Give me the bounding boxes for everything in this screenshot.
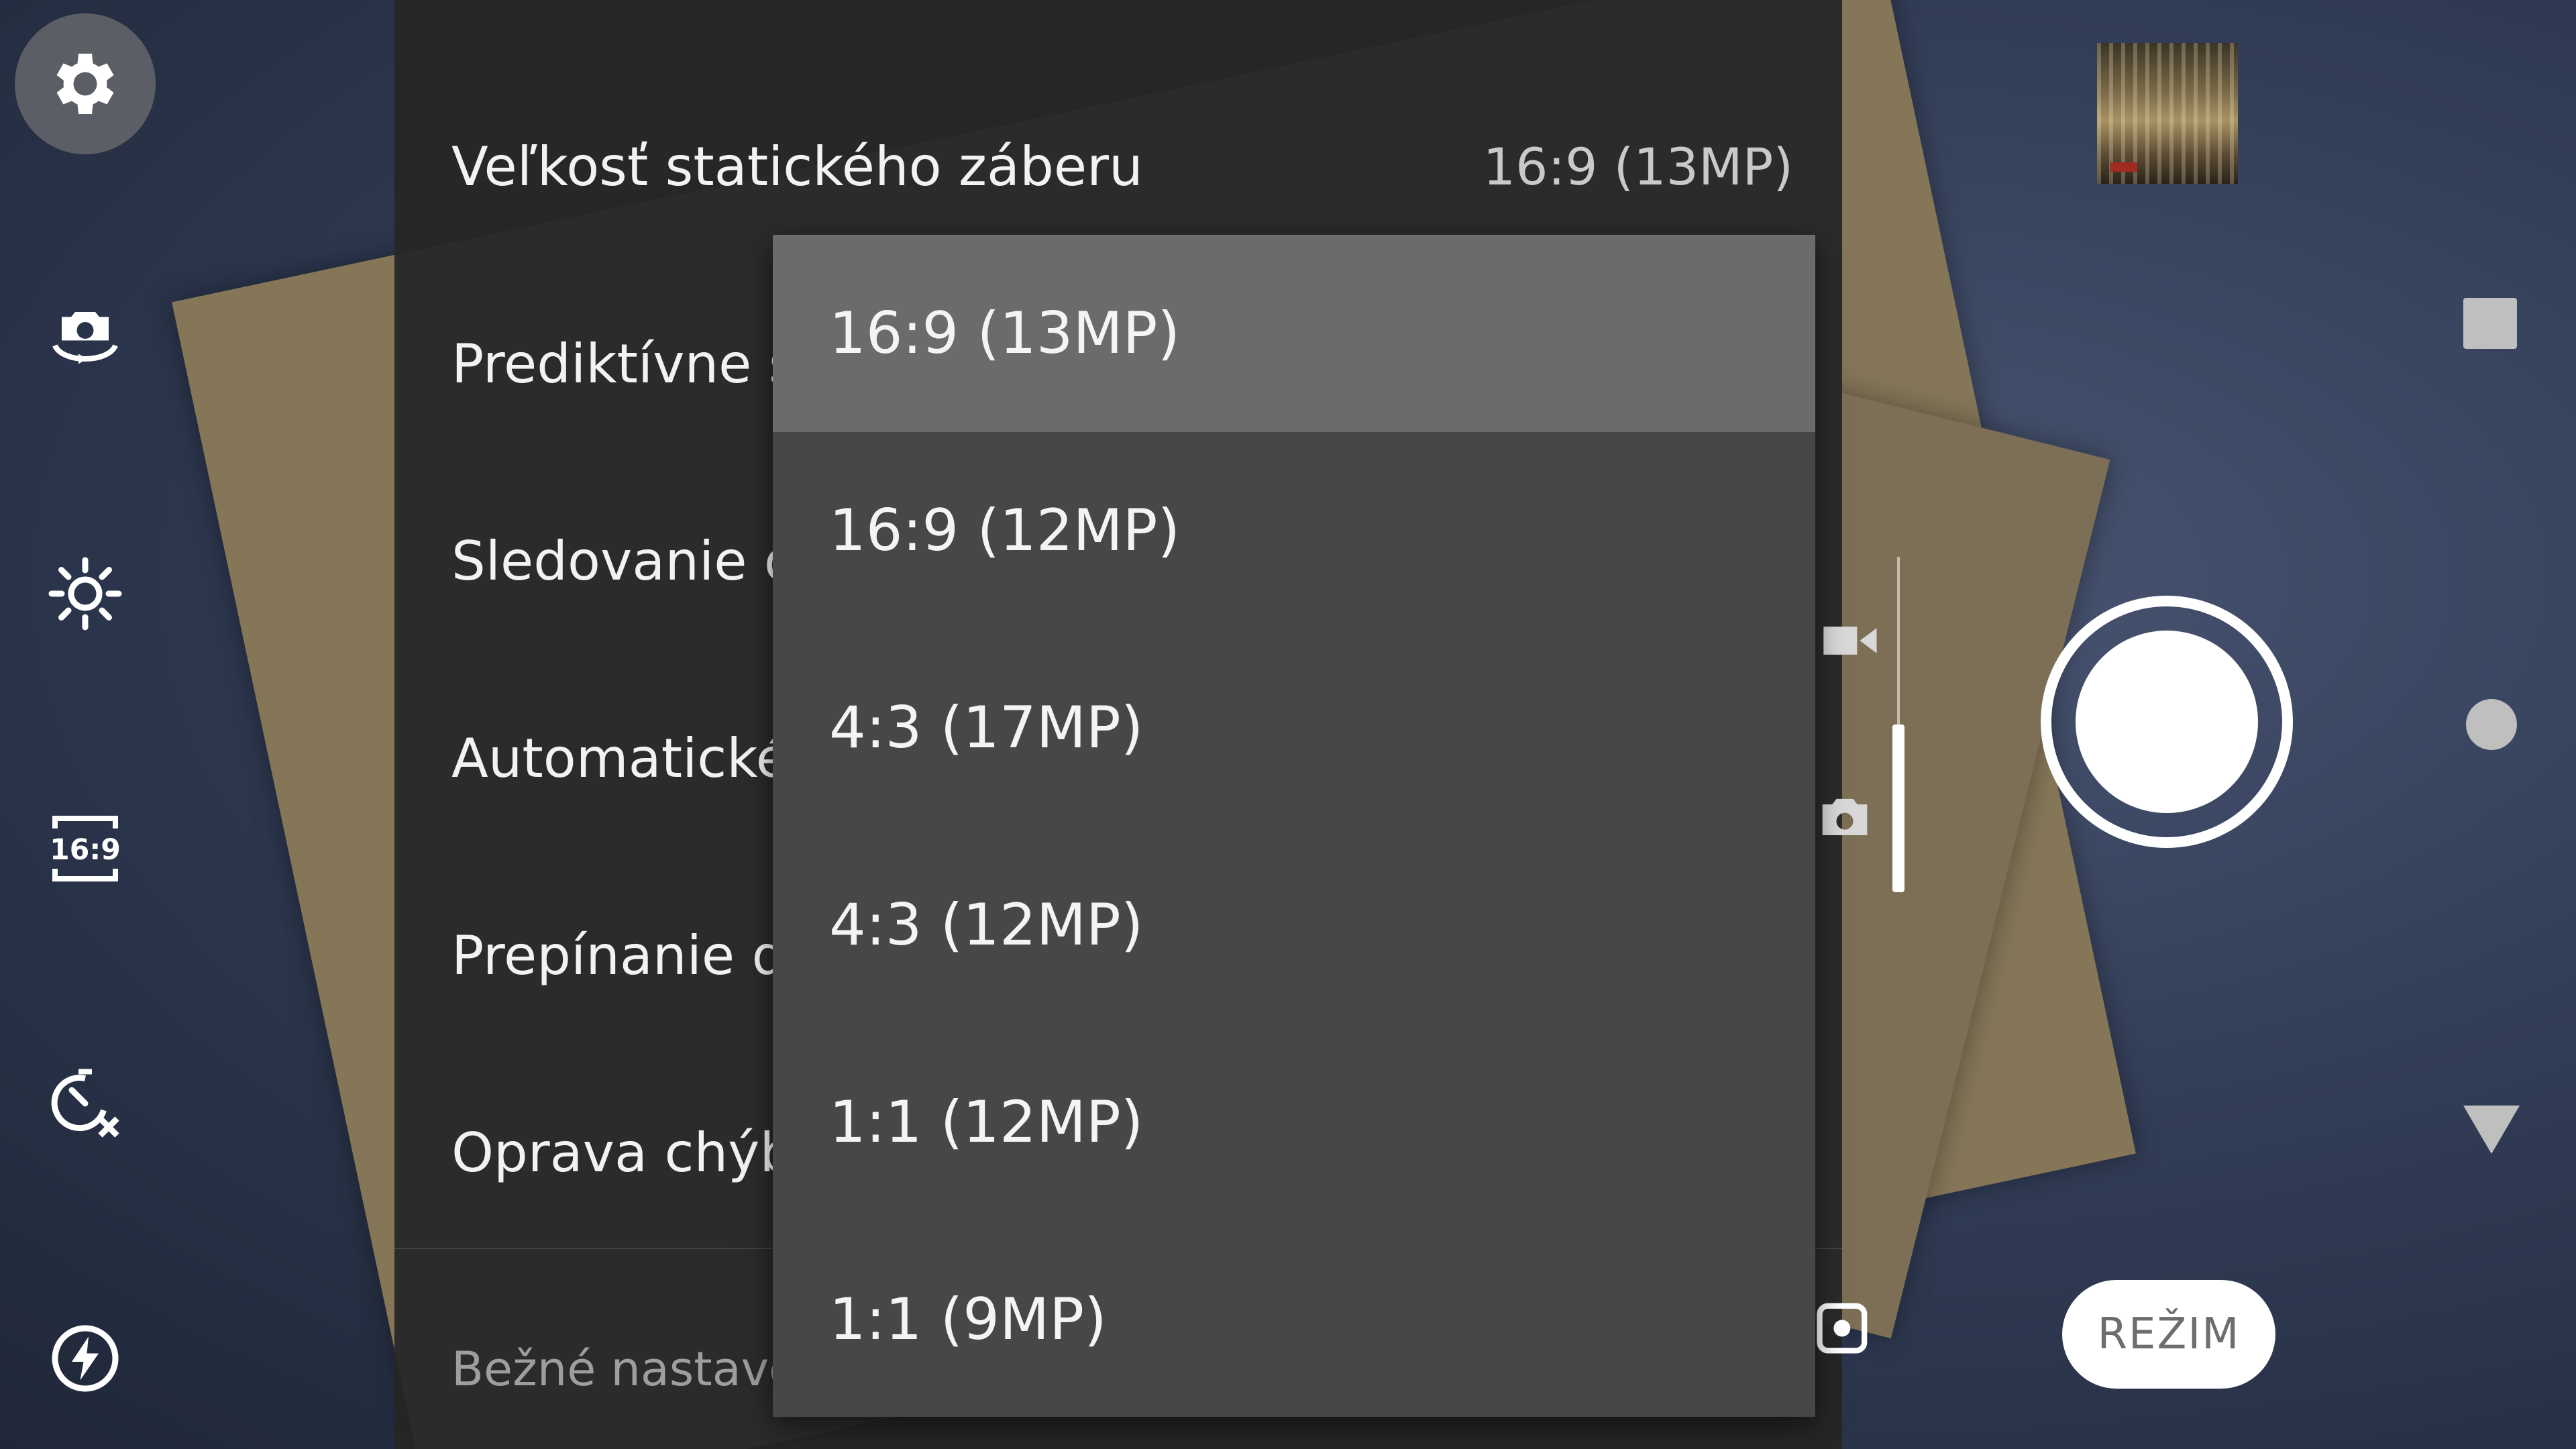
flash-auto-icon	[52, 1325, 119, 1392]
back-nav-button[interactable]	[2463, 1106, 2520, 1154]
setting-label: Prepínanie du	[451, 924, 820, 987]
dropdown-option[interactable]: 1:1 (12MP)	[773, 1024, 1815, 1221]
video-mode-icon[interactable]	[1818, 607, 1885, 677]
setting-row-photo-size[interactable]: Veľkosť statického záberu 16:9 (13MP)	[451, 99, 1793, 233]
thumbnail-detail	[2110, 162, 2137, 172]
lens-switch-icon[interactable]	[1811, 1295, 1878, 1364]
mode-button[interactable]: REŽIM	[2062, 1280, 2275, 1389]
setting-label: Sledovanie o	[451, 529, 797, 592]
zoom-slider-thumb[interactable]	[1892, 724, 1904, 892]
gallery-thumbnail[interactable]	[2097, 43, 2238, 184]
home-nav-button[interactable]	[2466, 699, 2517, 750]
switch-camera-icon	[52, 312, 118, 364]
timer-off-icon	[51, 1069, 119, 1138]
setting-label: Automatické	[451, 727, 789, 790]
dropdown-option[interactable]: 1:1 (9MP)	[773, 1221, 1815, 1418]
left-toolbar: 16:9	[0, 0, 168, 1449]
brightness-icon	[48, 557, 122, 631]
dropdown-option[interactable]: 16:9 (12MP)	[773, 432, 1815, 629]
section-label-common-settings: Bežné nastaven	[451, 1342, 828, 1397]
dropdown-option[interactable]: 4:3 (12MP)	[773, 826, 1815, 1024]
aspect-ratio-button[interactable]: 16:9	[15, 778, 156, 919]
gear-icon	[56, 54, 114, 114]
timer-button[interactable]	[15, 1033, 156, 1174]
setting-label: Veľkosť statického záberu	[451, 135, 1143, 198]
dropdown-option[interactable]: 4:3 (17MP)	[773, 629, 1815, 826]
setting-value: 16:9 (13MP)	[1483, 136, 1793, 197]
flash-button[interactable]	[15, 1288, 156, 1429]
setting-label: Prediktívne s	[451, 332, 797, 395]
shutter-button[interactable]	[2076, 631, 2258, 813]
aspect-ratio-label: 16:9	[50, 834, 121, 867]
photo-size-dropdown: 16:9 (13MP) 16:9 (12MP) 4:3 (17MP) 4:3 (…	[773, 235, 1815, 1417]
setting-label: Oprava chýb	[451, 1121, 794, 1184]
dropdown-option-selected[interactable]: 16:9 (13MP)	[773, 235, 1815, 432]
switch-camera-button[interactable]	[15, 268, 156, 409]
recents-nav-button[interactable]	[2463, 298, 2517, 349]
aspect-ratio-icon: 16:9	[50, 816, 121, 881]
photo-mode-icon[interactable]	[1811, 785, 1878, 855]
settings-button[interactable]	[15, 13, 156, 154]
exposure-button[interactable]	[15, 523, 156, 664]
